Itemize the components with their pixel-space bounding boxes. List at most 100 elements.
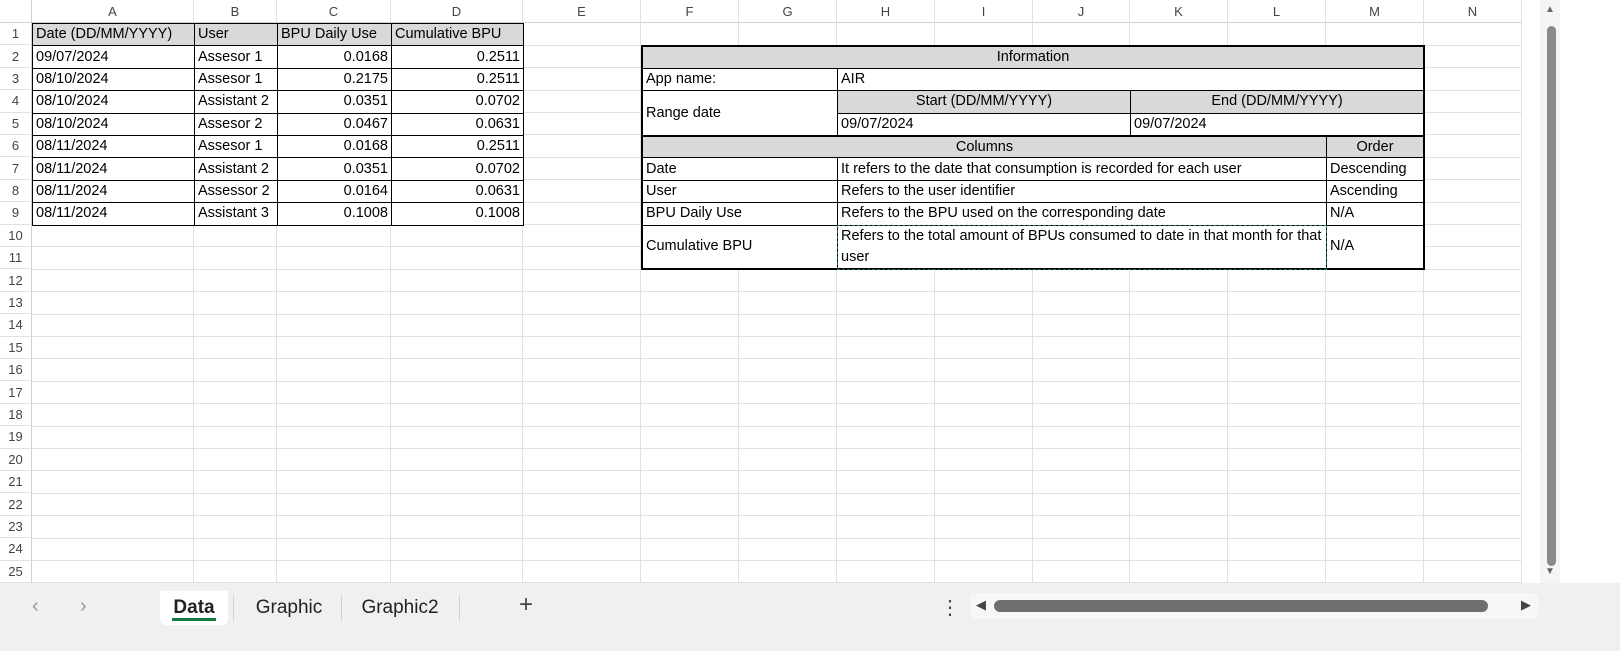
grid-cell[interactable] [391,403,523,427]
grid-cell[interactable] [739,403,837,427]
data-cell[interactable]: 0.2175 [277,67,392,92]
column-header-n[interactable]: N [1424,0,1522,23]
column-header-d[interactable]: D [391,0,523,23]
grid-cell[interactable] [277,359,391,382]
grid-cell[interactable] [1424,112,1522,136]
add-sheet-icon[interactable]: + [519,591,533,619]
row-header[interactable]: 12 [0,269,32,292]
grid-cell[interactable] [523,247,641,270]
grid-cell[interactable] [32,291,194,315]
column-header-f[interactable]: F [641,0,739,23]
grid-cell[interactable] [194,515,277,539]
grid-cell[interactable] [1424,135,1522,158]
grid-cell[interactable] [1130,291,1228,315]
grid-cell[interactable] [1130,493,1228,517]
grid-cell[interactable] [523,448,641,472]
start-date-header-cell[interactable]: Start (DD/MM/YYYY) [837,90,1131,114]
grid-cell[interactable] [1033,515,1130,539]
row-header[interactable]: 6 [0,135,32,158]
grid-cell[interactable] [523,224,641,248]
grid-cell[interactable] [1424,269,1522,293]
grid-cell[interactable] [523,291,641,315]
row-header[interactable]: 4 [0,90,32,113]
grid-cell[interactable] [1033,403,1130,427]
column-header-k[interactable]: K [1130,0,1228,23]
row-header[interactable]: 8 [0,179,32,203]
grid-cell[interactable] [1130,560,1228,583]
grid-cell[interactable] [837,403,935,427]
grid-cell[interactable] [1326,291,1424,315]
grid-cell[interactable] [641,493,739,517]
grid-cell[interactable] [1228,359,1326,382]
grid-cell[interactable] [523,202,641,226]
grid-cell[interactable] [1130,336,1228,360]
range-date-label-cell[interactable]: Range date [641,90,838,136]
grid-cell[interactable] [1033,538,1130,562]
data-cell[interactable]: 08/11/2024 [32,179,195,204]
grid-cell[interactable] [641,314,739,338]
grid-cell[interactable] [641,403,739,427]
grid-cell[interactable] [935,269,1033,293]
end-date-header-cell[interactable]: End (DD/MM/YYYY) [1130,90,1425,114]
grid-cell[interactable] [935,493,1033,517]
row-header[interactable]: 10 [0,224,32,247]
data-cell[interactable]: 0.0351 [277,157,392,181]
grid-cell[interactable] [739,426,837,450]
grid-cell[interactable] [523,135,641,158]
grid-cell[interactable] [523,314,641,338]
grid-cell[interactable] [837,314,935,338]
grid-cell[interactable] [641,23,739,46]
grid-cell[interactable] [523,336,641,360]
grid-cell[interactable] [1424,202,1522,226]
column-header-m[interactable]: M [1326,0,1424,23]
grid-cell[interactable] [1424,426,1522,450]
grid-cell[interactable] [1326,538,1424,562]
horizontal-scroll-thumb[interactable] [994,600,1488,612]
grid-cell[interactable] [277,224,391,248]
grid-cell[interactable] [32,336,194,360]
grid-cell[interactable] [935,560,1033,583]
grid-cell[interactable] [837,269,935,293]
grid-cell[interactable] [391,314,523,338]
grid-cell[interactable] [1228,403,1326,427]
grid-cell[interactable] [1130,314,1228,338]
grid-cell[interactable] [1326,426,1424,450]
row-header[interactable]: 20 [0,448,32,471]
grid-cell[interactable] [523,403,641,427]
horizontal-scrollbar[interactable]: ◀ ▶ [970,593,1538,619]
grid-cell[interactable] [837,493,935,517]
column-header-g[interactable]: G [739,0,837,23]
grid-cell[interactable] [935,291,1033,315]
grid-cell[interactable] [935,538,1033,562]
grid-cell[interactable] [935,23,1033,46]
grid-cell[interactable] [1228,426,1326,450]
grid-cell[interactable] [837,336,935,360]
grid-cell[interactable] [1326,23,1424,46]
grid-cell[interactable] [32,426,194,450]
data-cell[interactable]: Assessor 2 [194,179,278,204]
header-cell[interactable]: Date (DD/MM/YYYY) [32,23,195,47]
scroll-up-icon[interactable]: ▲ [1545,4,1555,15]
grid-cell[interactable] [32,538,194,562]
grid-cell[interactable] [391,493,523,517]
grid-cell[interactable] [1228,381,1326,405]
grid-cell[interactable] [641,538,739,562]
data-cell[interactable]: Assistant 2 [194,90,278,114]
grid-cell[interactable] [837,448,935,472]
grid-cell[interactable] [32,515,194,539]
row-header[interactable]: 14 [0,314,32,337]
data-cell[interactable]: Assistant 2 [194,157,278,181]
grid-cell[interactable] [1228,23,1326,46]
data-cell[interactable]: 0.0164 [277,179,392,204]
grid-cell[interactable] [1033,381,1130,405]
grid-cell[interactable] [523,493,641,517]
info-title-cell[interactable]: Information [641,45,1425,69]
columns-header-cell[interactable]: Columns [641,135,1327,159]
grid-cell[interactable] [194,381,277,405]
start-date-value-cell[interactable]: 09/07/2024 [837,112,1131,136]
grid-cell[interactable] [1228,448,1326,472]
grid-cell[interactable] [1424,67,1522,91]
grid-cell[interactable] [1130,403,1228,427]
header-cell[interactable]: User [194,23,278,47]
grid-cell[interactable] [1424,247,1522,270]
